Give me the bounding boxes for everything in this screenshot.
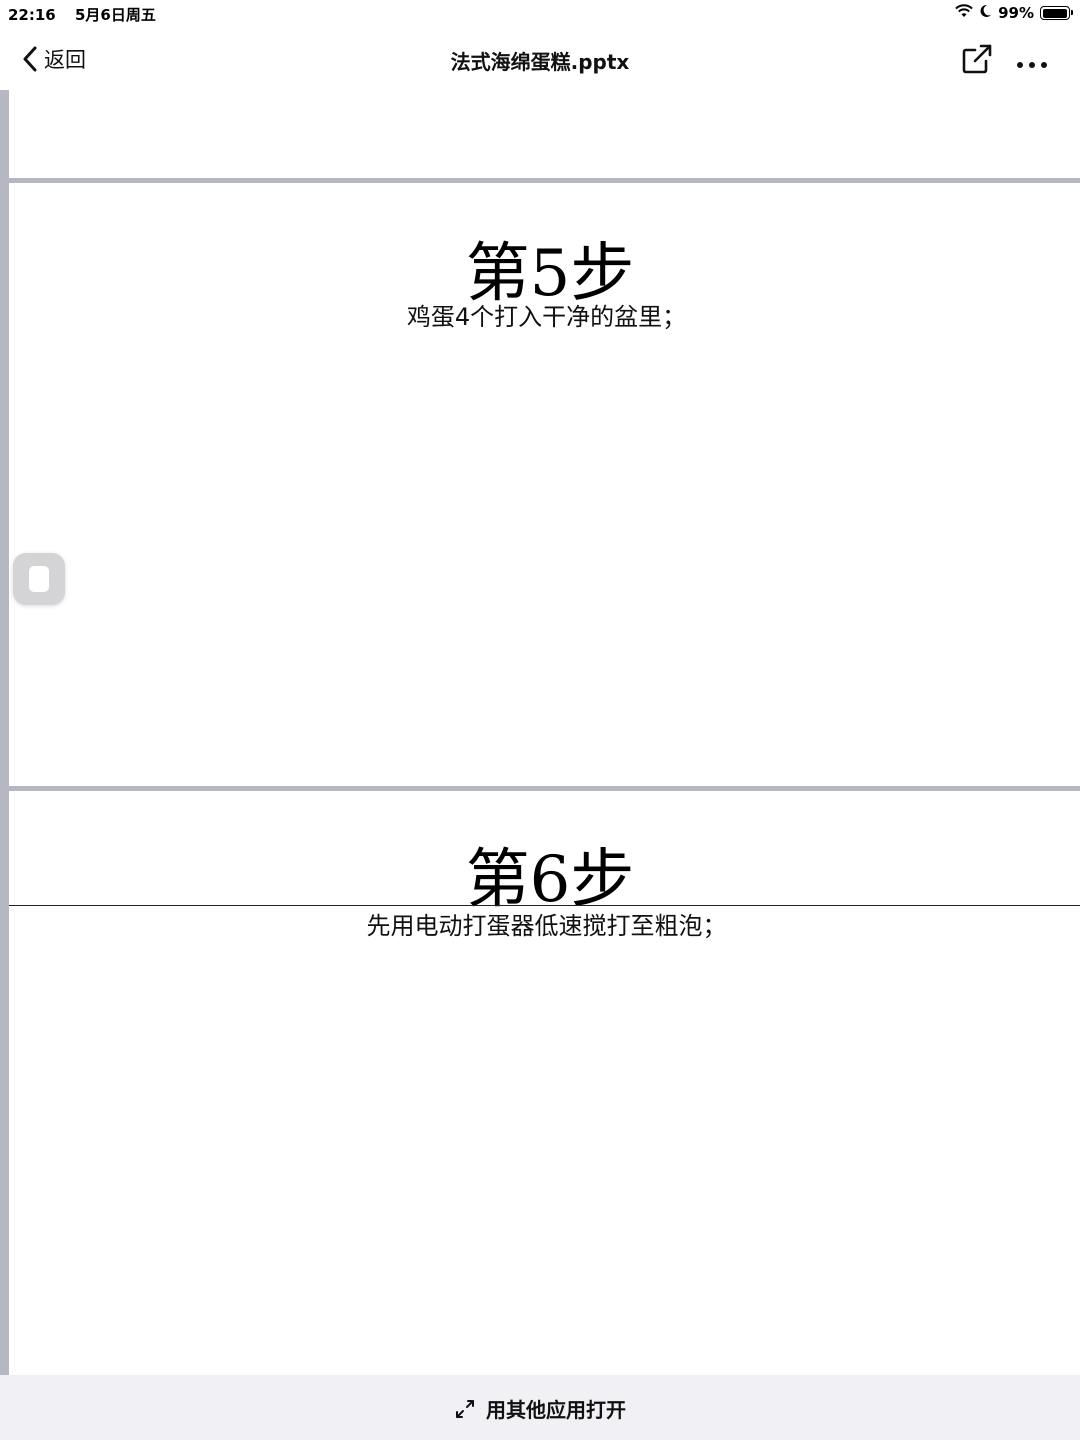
battery-fill: [1042, 8, 1068, 18]
share-icon: [962, 44, 992, 74]
slide-text: 鸡蛋4个打入干净的盆里；: [406, 303, 687, 331]
scroll-rail: [0, 90, 9, 1375]
status-left: 22:16 5月6日周五: [8, 4, 170, 25]
share-button[interactable]: [960, 42, 994, 80]
document-viewer[interactable]: 第5步 鸡蛋4个打入干净的盆里； 第6步 先用电动打蛋器低速搅打至粗泡；: [0, 90, 1080, 1375]
bottom-bar: 用其他应用打开: [0, 1375, 1080, 1440]
document-title: 法式海绵蛋糕.pptx: [450, 50, 630, 74]
nav-bar: 返回 法式海绵蛋糕.pptx: [0, 26, 1080, 90]
wifi-icon: [955, 4, 973, 22]
expand-icon: [456, 1399, 474, 1418]
open-with-label: 用其他应用打开: [486, 1398, 626, 1422]
status-bar: 22:16 5月6日周五 99%: [0, 0, 1080, 26]
moon-icon: [979, 4, 992, 22]
status-date: 5月6日周五: [74, 6, 156, 24]
battery-icon: [1040, 6, 1073, 20]
ellipsis-icon: [1017, 62, 1047, 68]
slide-text: 先用电动打蛋器低速搅打至粗泡；: [366, 912, 727, 940]
open-with-other-app-button[interactable]: 用其他应用打开: [0, 1394, 1080, 1423]
status-time: 22:16: [8, 6, 56, 24]
slide-divider: [9, 786, 1080, 791]
slide-divider: [9, 178, 1080, 183]
floating-handle[interactable]: [13, 553, 65, 605]
status-right: 99%: [955, 4, 1073, 22]
handle-icon: [29, 566, 49, 592]
battery-percent: 99%: [998, 4, 1034, 22]
more-options-button[interactable]: [1016, 54, 1048, 73]
